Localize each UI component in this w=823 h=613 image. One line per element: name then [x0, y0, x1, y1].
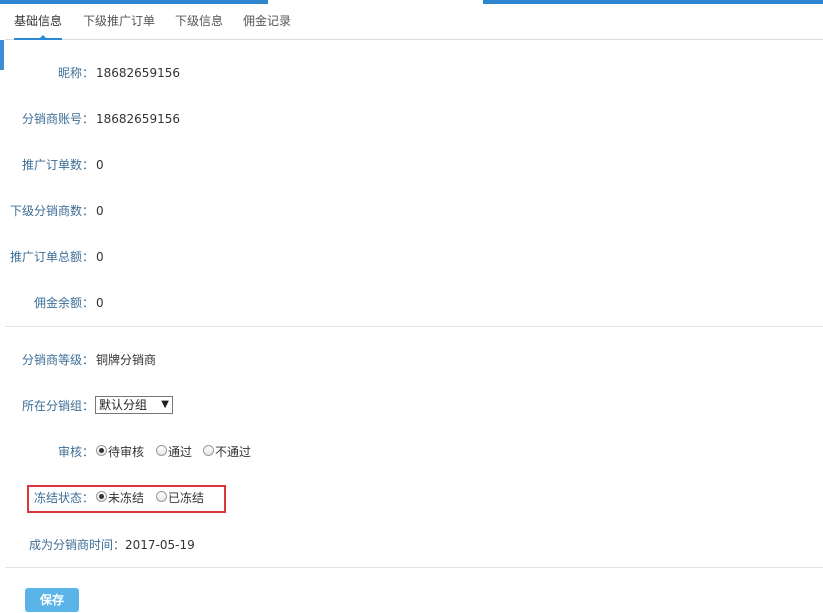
group-select-value: 默认分组: [99, 398, 148, 412]
review-radio-pending[interactable]: [96, 445, 107, 456]
nickname-value: 18682659156: [96, 66, 180, 80]
order-total-label: 推广订单总额：: [9, 250, 94, 264]
freeze-radio-frozen[interactable]: [156, 491, 167, 502]
tab-commission-records[interactable]: 佣金记录: [243, 4, 291, 39]
nickname-label: 昵称：: [57, 66, 94, 80]
account-value: 18682659156: [96, 112, 180, 126]
review-option-rejected: 不通过: [215, 445, 252, 459]
freeze-radio-unfrozen[interactable]: [96, 491, 107, 502]
review-radio-approved[interactable]: [156, 445, 167, 456]
review-row: 审核： 待审核 通过 不通过: [0, 442, 823, 462]
account-label: 分销商账号：: [21, 112, 94, 126]
sub-count-row: 下级分销商数： 0: [0, 201, 823, 221]
freeze-label: 冻结状态：: [33, 491, 94, 505]
since-value: 2017-05-19: [125, 538, 195, 552]
order-total-row: 推广订单总额： 0: [0, 247, 823, 267]
save-button[interactable]: 保存: [25, 588, 79, 612]
tab-caret-icon: [39, 35, 47, 39]
order-count-label: 推广订单数：: [21, 158, 94, 172]
commission-row: 佣金余额： 0: [0, 293, 823, 313]
freeze-option-frozen: 已冻结: [168, 491, 205, 505]
group-select[interactable]: 默认分组 ▼: [95, 396, 173, 414]
since-row: 成为分销商时间： 2017-05-19: [0, 535, 823, 555]
sub-count-label: 下级分销商数：: [9, 204, 94, 218]
commission-label: 佣金余额：: [33, 296, 94, 310]
tab-bar: 基础信息 下级推广订单 下级信息 佣金记录: [5, 4, 823, 40]
dropdown-arrow-icon: ▼: [161, 399, 169, 410]
order-count-row: 推广订单数： 0: [0, 155, 823, 175]
account-row: 分销商账号： 18682659156: [0, 109, 823, 129]
freeze-option-unfrozen: 未冻结: [108, 491, 145, 505]
tab-sub-info[interactable]: 下级信息: [175, 4, 223, 39]
level-label: 分销商等级：: [21, 353, 94, 367]
level-row: 分销商等级： 铜牌分销商: [0, 350, 823, 370]
review-option-pending: 待审核: [108, 445, 145, 459]
freeze-row: 冻结状态： 未冻结 已冻结: [0, 488, 823, 508]
commission-value: 0: [96, 296, 104, 310]
section-divider: [5, 326, 823, 327]
order-count-value: 0: [96, 158, 104, 172]
footer-divider: [5, 567, 823, 568]
nickname-row: 昵称： 18682659156: [0, 63, 823, 83]
since-label: 成为分销商时间：: [29, 538, 126, 552]
group-label: 所在分销组：: [21, 399, 94, 413]
sub-count-value: 0: [96, 204, 104, 218]
review-radio-rejected[interactable]: [203, 445, 214, 456]
review-option-approved: 通过: [168, 445, 193, 459]
level-value: 铜牌分销商: [96, 353, 157, 367]
order-total-value: 0: [96, 250, 104, 264]
review-label: 审核：: [57, 445, 94, 459]
tab-basic-info[interactable]: 基础信息: [14, 4, 63, 40]
tab-sub-orders[interactable]: 下级推广订单: [83, 4, 155, 39]
